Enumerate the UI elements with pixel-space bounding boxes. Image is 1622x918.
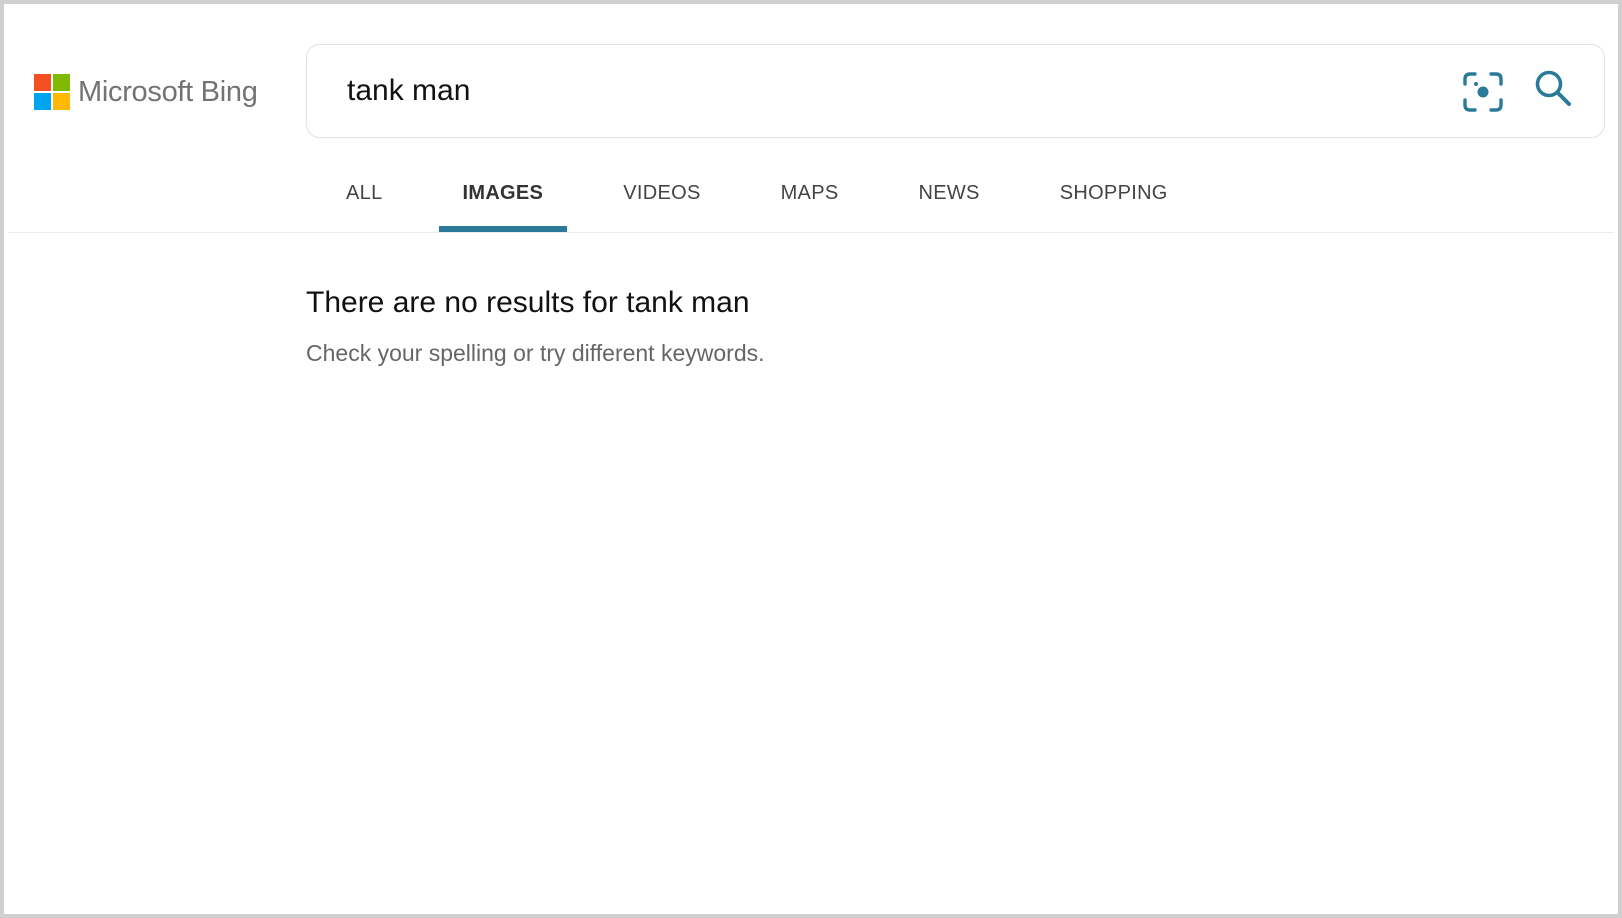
no-results-hint: Check your spelling or try different key… bbox=[306, 340, 765, 366]
header-divider bbox=[8, 232, 1614, 233]
logo-square-blue bbox=[34, 93, 51, 110]
visual-search-icon[interactable] bbox=[1462, 71, 1504, 113]
tab-shopping[interactable]: SHOPPING bbox=[1020, 154, 1208, 232]
search-input[interactable] bbox=[347, 63, 1407, 119]
search-tabs: ALL IMAGES VIDEOS MAPS NEWS SHOPPING bbox=[306, 154, 1208, 232]
tab-videos[interactable]: VIDEOS bbox=[583, 154, 740, 232]
no-results-title: There are no results for tank man bbox=[306, 286, 750, 319]
tab-all[interactable]: ALL bbox=[306, 154, 423, 232]
microsoft-logo-icon bbox=[34, 74, 70, 110]
logo-text: Microsoft Bing bbox=[78, 75, 258, 108]
magnifier-icon bbox=[1535, 70, 1571, 106]
tab-maps[interactable]: MAPS bbox=[741, 154, 879, 232]
browser-frame: Microsoft Bing ALL IMAGES bbox=[0, 0, 1622, 918]
tab-images[interactable]: IMAGES bbox=[423, 154, 584, 232]
logo-square-red bbox=[34, 74, 51, 91]
search-button[interactable] bbox=[1532, 67, 1576, 111]
bing-logo[interactable]: Microsoft Bing bbox=[34, 74, 258, 110]
tab-news[interactable]: NEWS bbox=[878, 154, 1019, 232]
logo-square-yellow bbox=[53, 93, 70, 110]
search-box bbox=[306, 44, 1605, 138]
logo-square-green bbox=[53, 74, 70, 91]
